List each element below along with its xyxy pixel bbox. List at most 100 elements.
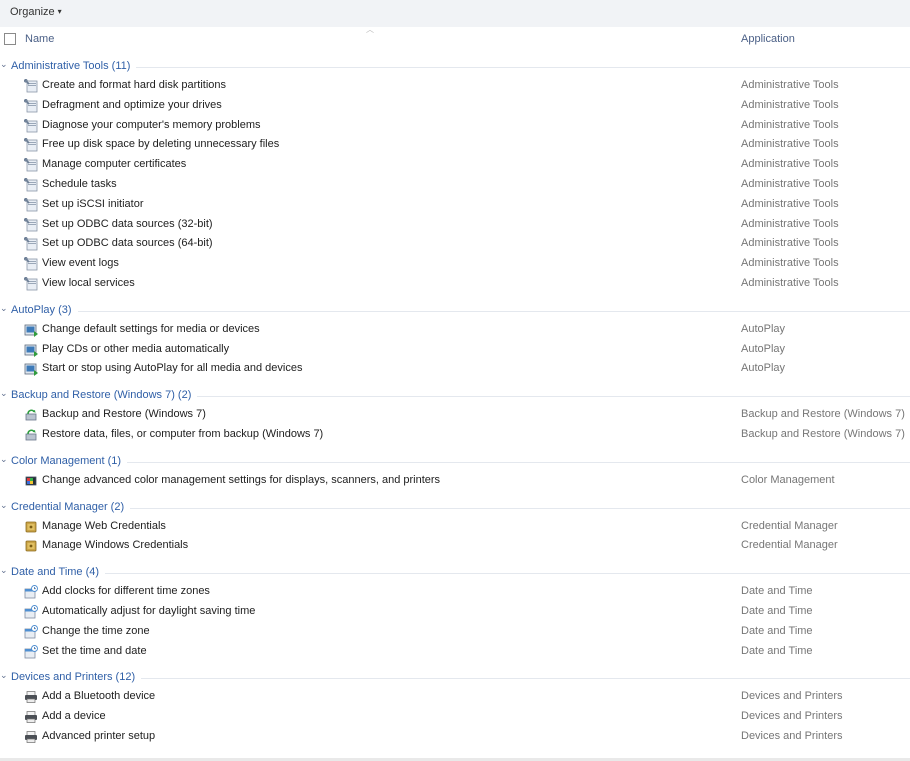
list-item[interactable]: Restore data, files, or computer from ba… <box>0 425 910 445</box>
item-label[interactable]: Set up ODBC data sources (32-bit) <box>42 218 213 230</box>
item-application: Credential Manager <box>741 539 838 552</box>
item-label[interactable]: Create and format hard disk partitions <box>42 79 226 91</box>
printer-icon <box>24 710 38 724</box>
group-title[interactable]: Credential Manager (2) <box>11 500 131 513</box>
list-item[interactable]: Set up ODBC data sources (64-bit) Adminis… <box>0 234 910 254</box>
list-item[interactable]: View local services Administrative Tools <box>0 274 910 294</box>
group-title[interactable]: Date and Time (4) <box>11 566 106 579</box>
list-item[interactable]: Add a device Devices and Printers <box>0 707 910 727</box>
list-item[interactable]: Change advanced color management setting… <box>0 471 910 491</box>
item-label[interactable]: Schedule tasks <box>42 178 117 190</box>
list-item[interactable]: Set the time and date Date and Time <box>0 642 910 662</box>
admin-tools-icon <box>23 276 38 291</box>
list-item[interactable]: Manage computer certificates Administrati… <box>0 155 910 175</box>
list-item[interactable]: Add clocks for different time zones Date … <box>0 582 910 602</box>
item-label[interactable]: Advanced printer setup <box>42 730 155 742</box>
date-time-icon <box>24 604 38 619</box>
group-header[interactable]: ⌄ Backup and Restore (Windows 7) (2) <box>0 385 910 405</box>
item-label[interactable]: Manage Windows Credentials <box>42 539 188 551</box>
list-item[interactable]: Add a Bluetooth device Devices and Printe… <box>0 687 910 707</box>
item-label[interactable]: Change advanced color management setting… <box>42 474 440 486</box>
list-item[interactable]: Free up disk space by deleting unnecessa… <box>0 135 910 155</box>
date-time-icon <box>24 644 38 659</box>
chevron-down-icon[interactable]: ⌄ <box>0 59 8 70</box>
admin-tools-icon <box>23 138 38 152</box>
item-label[interactable]: Set up iSCSI initiator <box>42 198 144 210</box>
list-item[interactable]: Create and format hard disk partitions Ad… <box>0 76 910 96</box>
chevron-down-icon[interactable]: ⌄ <box>0 388 8 399</box>
group-divider <box>11 507 910 509</box>
group-header[interactable]: ⌄ Credential Manager (2) <box>0 497 910 517</box>
list-item[interactable]: Change default settings for media or dev… <box>0 320 910 340</box>
group-title[interactable]: Administrative Tools (11) <box>11 60 137 72</box>
item-label[interactable]: Play CDs or other media automatically <box>42 343 229 355</box>
item-label[interactable]: Add a device <box>42 710 106 722</box>
group-header[interactable]: ⌄ AutoPlay (3) <box>0 300 910 320</box>
list-item[interactable]: Backup and Restore (Windows 7) Backup and… <box>0 405 910 425</box>
list-item[interactable]: Set up iSCSI initiator Administrative Too… <box>0 195 910 215</box>
group-4: ⌄ Credential Manager (2) Manage Web Creden… <box>0 497 910 563</box>
group-title[interactable]: Color Management (1) <box>11 454 128 467</box>
admin-tools-icon <box>23 257 38 271</box>
chevron-down-icon[interactable]: ⌄ <box>0 500 8 511</box>
list-item[interactable]: View event logs Administrative Tools <box>0 254 910 274</box>
item-application: Color Management <box>741 473 835 486</box>
admin-tools-icon <box>23 98 38 113</box>
chevron-down-icon[interactable]: ⌄ <box>0 454 8 465</box>
item-label[interactable]: Add a Bluetooth device <box>42 690 155 702</box>
group-header[interactable]: ⌄ Devices and Printers (12) <box>0 667 910 687</box>
list-item[interactable]: Manage Windows Credentials Credential Man… <box>0 536 910 556</box>
item-label[interactable]: Add clocks for different time zones <box>42 585 210 597</box>
chevron-down-icon[interactable]: ⌄ <box>0 670 8 681</box>
item-label[interactable]: Change default settings for media or dev… <box>42 323 260 335</box>
item-label[interactable]: View event logs <box>42 257 119 269</box>
group-title[interactable]: Backup and Restore (Windows 7) (2) <box>11 389 198 402</box>
list-item[interactable]: Automatically adjust for daylight saving… <box>0 602 910 622</box>
group-title[interactable]: Devices and Printers (12) <box>11 671 142 684</box>
list-item[interactable]: Schedule tasks Administrative Tools <box>0 175 910 195</box>
item-label[interactable]: Backup and Restore (Windows 7) <box>42 408 206 420</box>
list-item[interactable]: Set up ODBC data sources (32-bit) Adminis… <box>0 215 910 235</box>
autoplay-icon <box>24 362 38 377</box>
item-label[interactable]: Free up disk space by deleting unnecessa… <box>42 138 279 150</box>
item-application: Devices and Printers <box>741 710 843 723</box>
item-label[interactable]: Start or stop using AutoPlay for all med… <box>42 362 302 374</box>
admin-tools-icon <box>23 78 38 93</box>
item-label[interactable]: Set the time and date <box>42 645 147 657</box>
list-item[interactable]: Start or stop using AutoPlay for all med… <box>0 359 910 379</box>
list-item[interactable]: Play CDs or other media automatically Aut… <box>0 340 910 360</box>
item-application: Date and Time <box>741 585 813 598</box>
group-6: ⌄ Devices and Printers (12) Add a Bluetoot… <box>0 667 910 752</box>
group-3: ⌄ Color Management (1) Change advanced col… <box>0 451 910 497</box>
list-item[interactable]: Change the time zone Date and Time <box>0 622 910 642</box>
list-item[interactable]: Diagnose your computer's memory problems… <box>0 116 910 136</box>
list-item[interactable]: Manage Web Credentials Credential Manager <box>0 517 910 537</box>
item-application: Backup and Restore (Windows 7) <box>741 408 905 421</box>
item-label[interactable]: View local services <box>42 277 135 289</box>
select-all-checkbox[interactable] <box>4 33 16 45</box>
item-label[interactable]: Diagnose your computer's memory problems <box>42 119 261 131</box>
group-title[interactable]: AutoPlay (3) <box>11 303 78 316</box>
chevron-down-icon[interactable]: ⌄ <box>0 565 8 576</box>
group-header[interactable]: ⌄ Administrative Tools (11) <box>0 56 910 76</box>
item-label[interactable]: Defragment and optimize your drives <box>42 99 222 111</box>
item-label[interactable]: Set up ODBC data sources (64-bit) <box>42 237 213 249</box>
column-header-name[interactable]: Name <box>25 33 54 45</box>
item-label[interactable]: Restore data, files, or computer from ba… <box>42 428 323 440</box>
item-label[interactable]: Change the time zone <box>42 625 150 637</box>
admin-tools-icon <box>23 217 38 232</box>
list-item[interactable]: Advanced printer setup Devices and Printe… <box>0 727 910 747</box>
item-label[interactable]: Automatically adjust for daylight saving… <box>42 605 255 617</box>
group-divider <box>11 461 910 463</box>
item-label[interactable]: Manage Web Credentials <box>42 520 166 532</box>
column-header-application[interactable]: Application <box>741 33 795 45</box>
organize-menu-button[interactable]: Organize ▾ <box>10 6 62 18</box>
item-application: Administrative Tools <box>741 197 839 210</box>
list-item[interactable]: Defragment and optimize your drives Admin… <box>0 96 910 116</box>
chevron-down-icon[interactable]: ⌄ <box>0 303 8 314</box>
group-header[interactable]: ⌄ Date and Time (4) <box>0 562 910 582</box>
group-divider <box>11 678 910 680</box>
item-application: Date and Time <box>741 604 813 617</box>
group-header[interactable]: ⌄ Color Management (1) <box>0 451 910 471</box>
item-label[interactable]: Manage computer certificates <box>42 158 186 170</box>
